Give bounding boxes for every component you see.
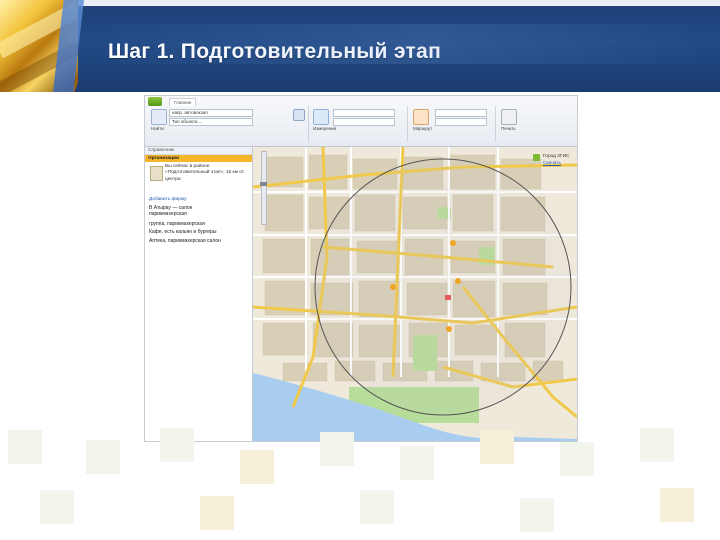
marker-icon: [446, 326, 452, 332]
ribbon-toolbar: Главная Найти напр. автовокзал Тип объек…: [145, 96, 577, 147]
print-icon[interactable]: [501, 109, 517, 125]
ribbon-button-print[interactable]: Печать: [501, 126, 516, 131]
zoom-slider[interactable]: [260, 151, 267, 225]
route-mode-field[interactable]: [435, 118, 487, 126]
search-radius-circle: [314, 158, 572, 416]
search-results-sidebar: Справочник Организации Вы сейчас в район…: [145, 147, 253, 441]
app-screenshot: Главная Найти напр. автовокзал Тип объек…: [144, 95, 578, 442]
marker-icon: [455, 278, 461, 284]
location-card[interactable]: Вы сейчас в районе «Подготовительный эта…: [148, 164, 248, 194]
list-item[interactable]: Кафе, есть кальян и бургеры: [149, 229, 249, 235]
route-icon[interactable]: [413, 109, 429, 125]
add-firm-link[interactable]: Добавить фирму: [149, 197, 187, 202]
building-icon: [150, 166, 163, 181]
list-item[interactable]: группа, парикмахерская: [149, 221, 249, 227]
ruler-icon[interactable]: [313, 109, 329, 125]
app-logo-icon[interactable]: [148, 97, 162, 106]
search-panel-icon[interactable]: [151, 109, 167, 125]
object-type-field[interactable]: Тип объекта ...: [169, 118, 253, 126]
route-to-field[interactable]: [333, 118, 395, 126]
location-card-text: Вы сейчас в районе «Подготовительный эта…: [165, 164, 245, 182]
tab-organizations[interactable]: Организации: [145, 155, 252, 162]
sidebar-header: Справочник: [145, 147, 252, 155]
zoom-slider-thumb[interactable]: [260, 182, 267, 186]
city-layer-icon: [533, 154, 540, 161]
decorative-pattern: [0, 420, 720, 540]
search-input[interactable]: напр. автовокзал: [169, 109, 253, 117]
map-canvas[interactable]: [253, 147, 577, 441]
marker-icon: [445, 295, 451, 300]
page-title: Шаг 1. Подготовительный этап: [108, 40, 442, 63]
ribbon-button-measure[interactable]: Измерения: [313, 126, 336, 131]
ribbon-button-find[interactable]: Найти: [151, 126, 164, 131]
route-options-field[interactable]: [435, 109, 487, 117]
ribbon-button-route[interactable]: Маршрут: [413, 126, 432, 131]
ribbon-separator: [308, 106, 309, 142]
search-go-icon[interactable]: [293, 109, 305, 121]
list-item[interactable]: Аптека, парикмахерская салон: [149, 238, 249, 244]
list-item[interactable]: парикмахерская: [149, 211, 249, 217]
route-from-field[interactable]: [333, 109, 395, 117]
ribbon-separator: [495, 106, 496, 142]
marker-icon: [390, 284, 396, 290]
layer-name: Город 2ГИС: [543, 154, 570, 159]
ribbon-separator: [407, 106, 408, 142]
marker-icon: [450, 240, 456, 246]
tab-home[interactable]: Главная: [169, 98, 197, 106]
download-link[interactable]: Скачать: [543, 161, 561, 166]
city-map[interactable]: [253, 147, 577, 441]
slide-header: Шаг 1. Подготовительный этап: [0, 0, 720, 92]
